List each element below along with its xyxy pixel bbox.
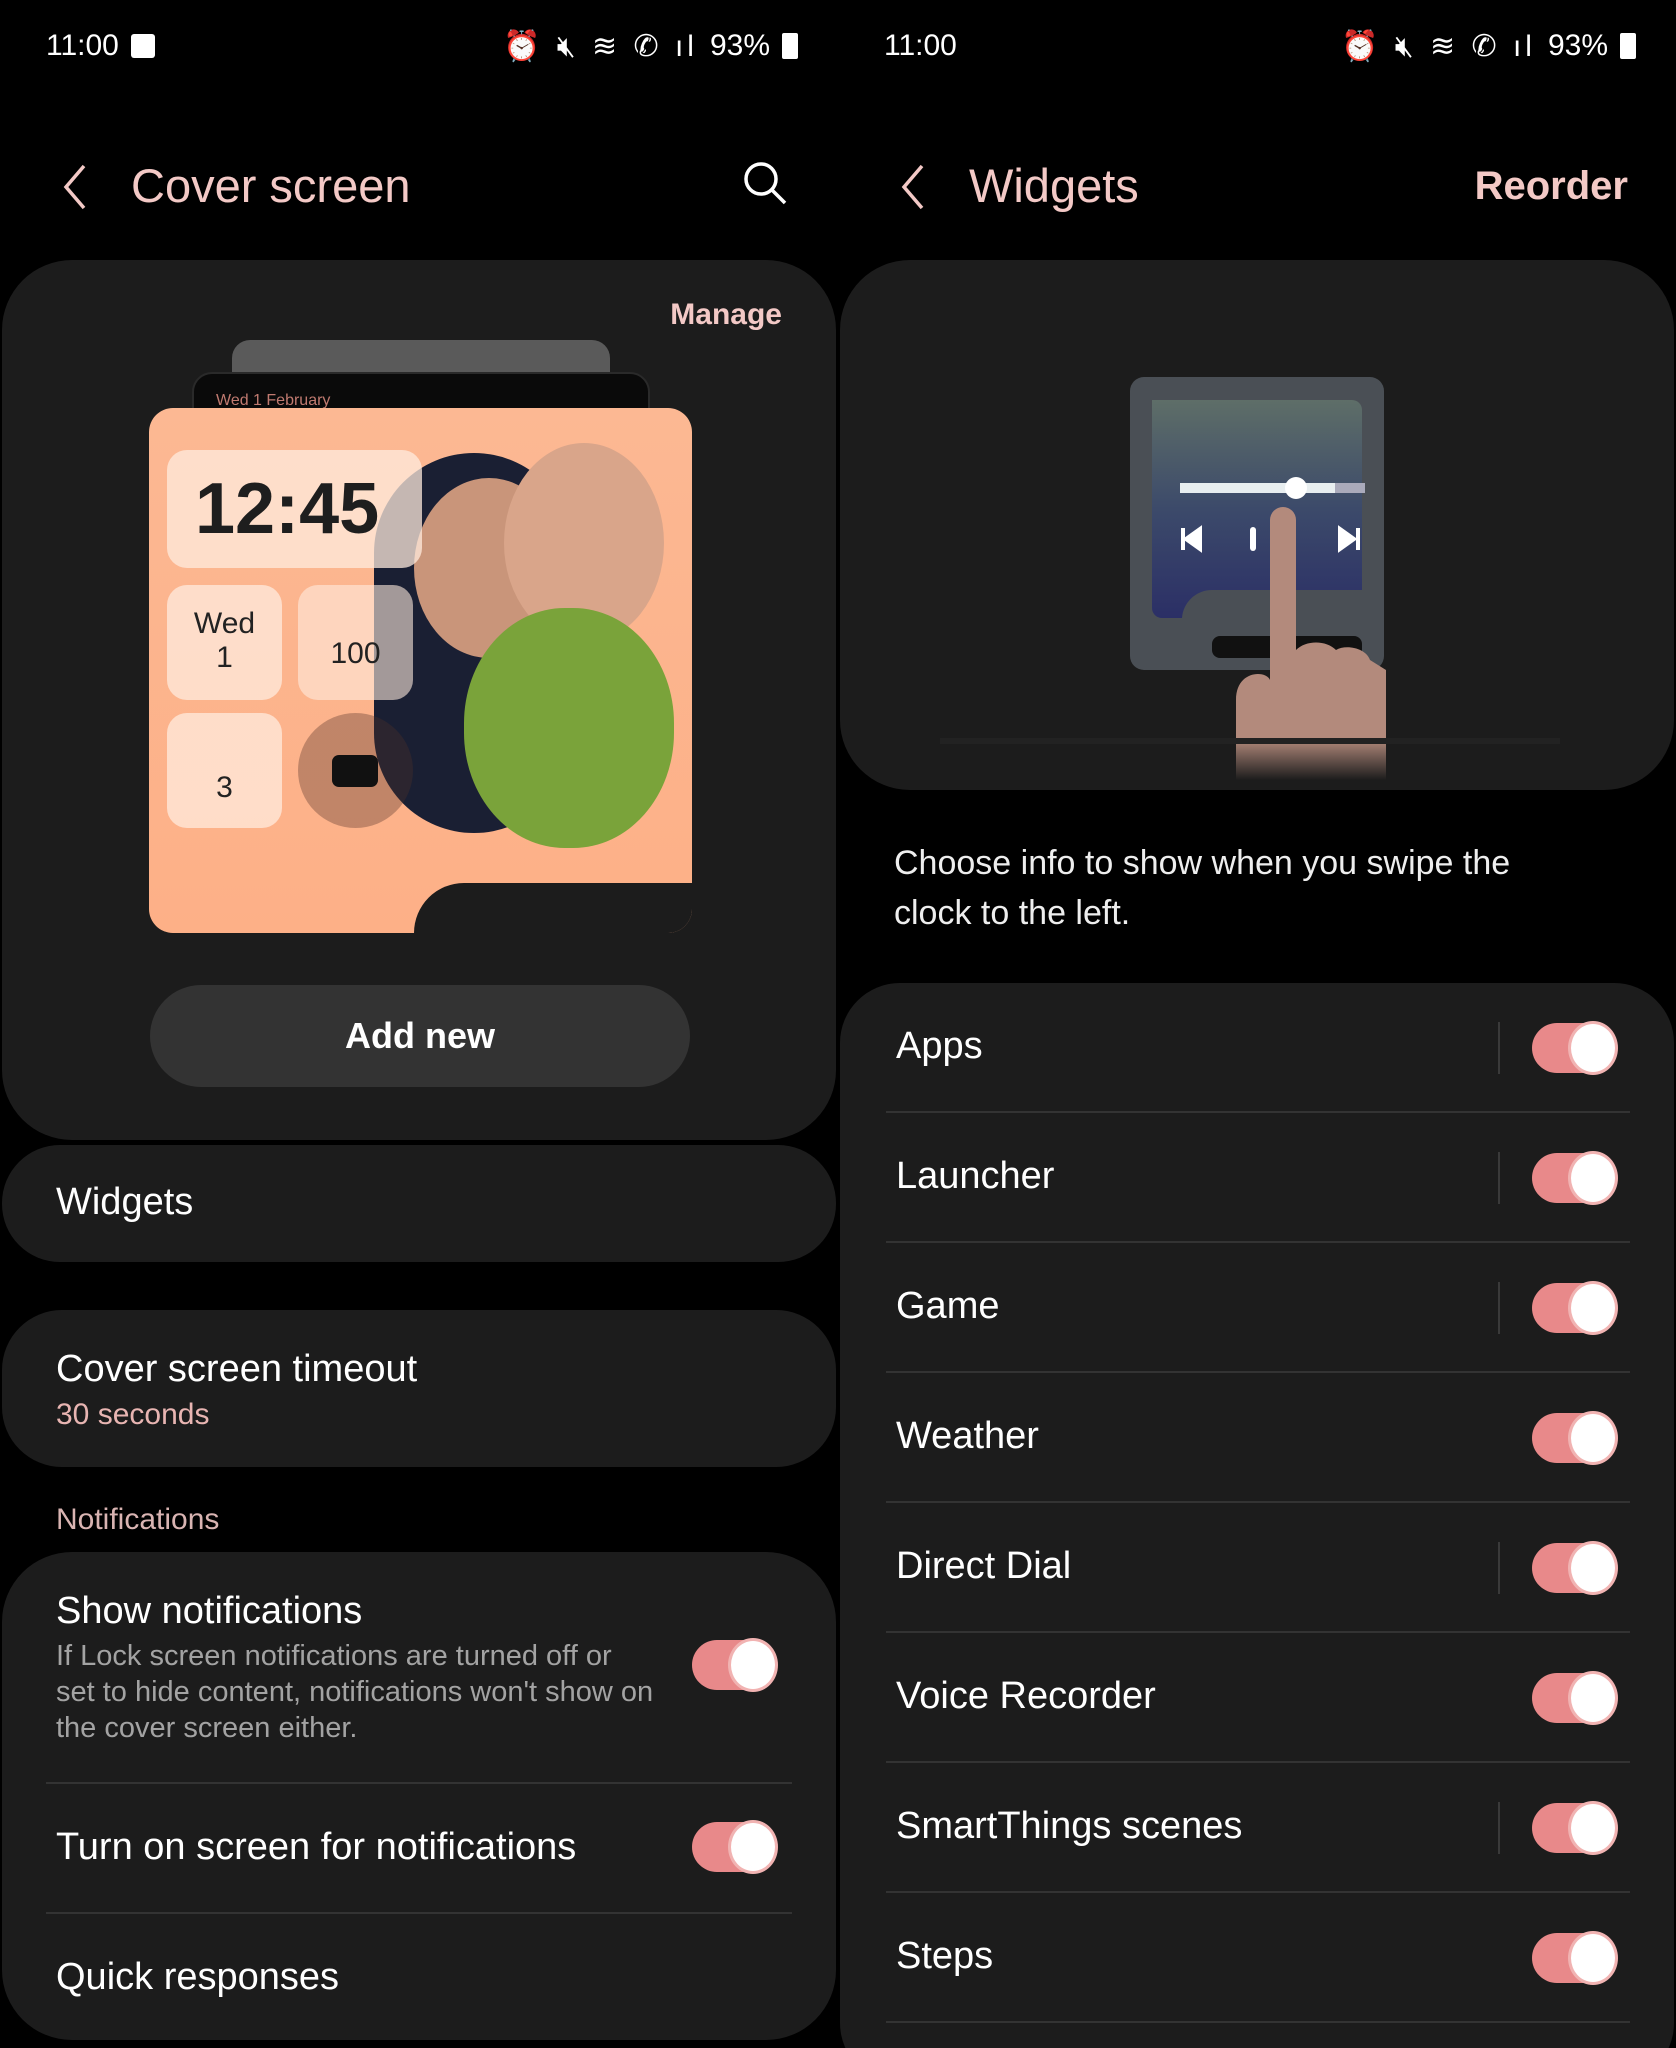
preview-battery: 100 [330,637,381,670]
manage-button[interactable]: Manage [670,298,782,332]
status-bar: 11:00 ⏰ 🔇︎ ≋ ✆ ıl 93% [884,26,1636,66]
widget-label: Weather [896,1415,1039,1457]
page-title: Cover screen [131,159,411,212]
widget-item[interactable]: SmartThings scenes [840,1763,1674,1893]
widget-item[interactable]: Apps [840,983,1674,1113]
widgets-description: Choose info to show when you swipe the c… [894,844,1511,932]
cover-preview-card: Manage Wed 1 February 12:45 Wed 1 100 3 A… [2,260,836,1140]
vertical-divider [1498,1802,1500,1854]
vertical-divider [1498,1542,1500,1594]
preview-daynum: 1 [216,641,233,674]
quick-responses-item[interactable]: Quick responses [56,1956,339,1999]
battery-level: 93% [709,29,770,62]
show-notifications-toggle[interactable] [692,1638,778,1692]
widget-label: Apps [896,1025,983,1067]
status-icons: ⏰ 🔇︎ ≋ ✆ ıl [1341,29,1536,63]
widget-toggle[interactable] [1532,1281,1618,1335]
widget-toggle[interactable] [1532,1801,1618,1855]
camera-icon [298,713,413,828]
widget-label: Steps [896,1935,994,1977]
widget-item[interactable]: Launcher [840,1113,1674,1243]
page-title: Widgets [969,159,1139,212]
status-bar: 11:00 ⏰ 🔇︎ ≋ ✆ ıl 93% [46,26,798,66]
divider [46,1782,792,1784]
status-icons: ⏰ 🔇︎ ≋ ✆ ıl [503,29,698,63]
back-icon[interactable] [894,162,934,212]
show-notifications-title: Show notifications [56,1590,363,1632]
add-new-button[interactable]: Add new [150,985,690,1087]
widget-item[interactable]: Steps [840,1893,1674,2023]
timeout-value: 30 seconds [56,1398,210,1431]
gallery-icon [130,34,155,58]
battery-level: 93% [1547,29,1608,62]
widgets-panel: 11:00 ⏰ 🔇︎ ≋ ✆ ıl 93% Widgets Reorder Cho… [838,0,1676,2048]
widget-toggle[interactable] [1532,1021,1618,1075]
show-notifications-desc: If Lock screen notifications are turned … [56,1640,654,1744]
widgets-illustration-card [840,260,1674,790]
widgets-list: Apps Launcher Game Weather Direct Dial Voice … [840,983,1674,2048]
vertical-divider [1498,1152,1500,1204]
widget-label: Direct Dial [896,1545,1072,1587]
widget-toggle[interactable] [1532,1411,1618,1465]
divider [886,2021,1630,2023]
notifications-section-header: Notifications [56,1503,220,1536]
battery-charging-icon [1620,33,1636,59]
preview-day: Wed [193,607,256,640]
widget-toggle[interactable] [1532,1671,1618,1725]
search-icon[interactable] [742,160,788,206]
widget-toggle[interactable] [1532,1151,1618,1205]
turn-on-screen-title: Turn on screen for notifications [56,1826,577,1868]
swipe-illustration [940,377,1560,780]
widget-label: Launcher [896,1155,1055,1197]
back-icon[interactable] [56,162,96,212]
vertical-divider [1498,1282,1500,1334]
status-time: 11:00 [884,29,957,62]
battery-charging-icon [782,33,798,59]
widgets-item[interactable]: Widgets [2,1145,836,1262]
vertical-divider [1498,1022,1500,1074]
preview-clock: 12:45 [195,469,380,549]
reorder-button[interactable]: Reorder [1475,164,1628,209]
notifications-card: Show notifications If Lock screen notifi… [2,1552,836,2040]
widget-toggle[interactable] [1532,1931,1618,1985]
turn-on-screen-toggle[interactable] [692,1820,778,1874]
widgets-label: Widgets [56,1181,194,1223]
widget-label: Voice Recorder [896,1675,1156,1717]
cover-screen-timeout-item[interactable]: Cover screen timeout 30 seconds [2,1310,836,1467]
widget-label: Game [896,1285,1000,1327]
widget-label: SmartThings scenes [896,1805,1243,1847]
divider [46,1912,792,1914]
status-time: 11:00 [46,29,119,62]
preview-notif-count: 3 [216,771,233,804]
widget-item[interactable]: Weather [840,1373,1674,1503]
cover-widget-preview: 12:45 Wed 1 100 3 [149,408,692,933]
cover-screen-panel: 11:00 ⏰ 🔇︎ ≋ ✆ ıl 93% Cover screen Manage… [0,0,838,2048]
preview-stack[interactable]: Wed 1 February 12:45 Wed 1 100 3 [147,340,692,935]
widget-item[interactable]: Game [840,1243,1674,1373]
widget-item[interactable]: Direct Dial [840,1503,1674,1633]
timeout-title: Cover screen timeout [56,1348,418,1390]
widget-item[interactable]: Voice Recorder [840,1633,1674,1763]
widget-toggle[interactable] [1532,1541,1618,1595]
